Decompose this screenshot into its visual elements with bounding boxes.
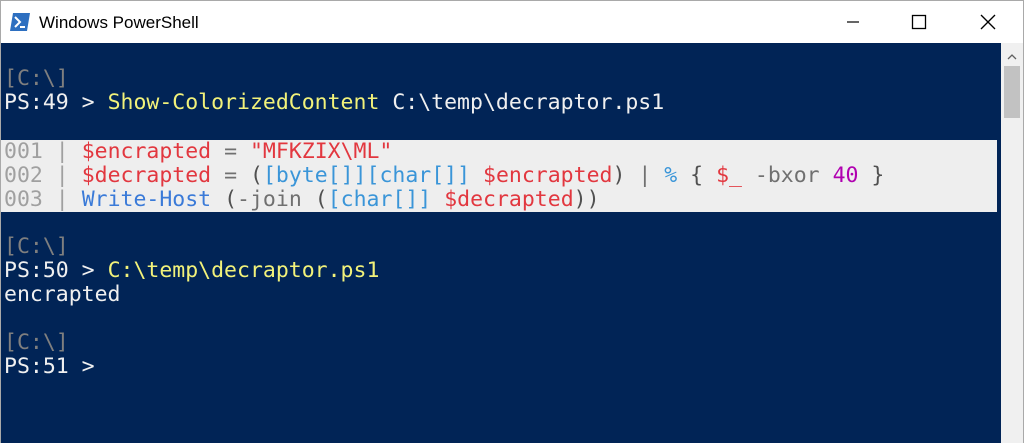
prompt-path: [C:\] xyxy=(4,330,69,355)
scrollbar-thumb[interactable] xyxy=(1004,66,1020,118)
brace: { xyxy=(677,163,717,188)
type-cast: [char[]] xyxy=(366,163,471,188)
variable: $decrapted xyxy=(81,163,212,188)
minimize-button[interactable] xyxy=(830,1,876,43)
variable: $decrapted xyxy=(444,187,574,212)
chevron-up-icon xyxy=(1007,45,1017,64)
vertical-scrollbar[interactable] xyxy=(1001,43,1023,443)
paren: ( xyxy=(224,187,238,212)
foreach-alias: % xyxy=(664,163,678,188)
cmdlet: Write-Host xyxy=(81,187,212,212)
console-area[interactable]: [C:\] PS:49 > Show-ColorizedContent C:\t… xyxy=(1,43,1001,443)
variable: $encrapted xyxy=(483,163,613,188)
powershell-window: Windows PowerShell [C:\] PS:49 > Show-Co… xyxy=(0,0,1024,443)
maximize-button[interactable] xyxy=(896,1,942,43)
type-cast: [char[]] xyxy=(327,187,432,212)
paren: )) xyxy=(573,187,600,212)
number-literal: 40 xyxy=(832,163,859,188)
prompt: PS:51 > xyxy=(4,354,108,379)
command-line: PS:50 > C:\temp\decraptor.ps1 xyxy=(4,259,379,283)
type-cast: [byte[]] xyxy=(262,163,367,188)
minimize-icon xyxy=(846,15,860,29)
pipe: | xyxy=(638,163,652,188)
string-literal: "MFKZIX\ML" xyxy=(249,139,393,164)
variable: $_ xyxy=(716,163,742,188)
operator: -bxor xyxy=(741,163,833,188)
line-separator: | xyxy=(42,163,82,188)
command-argument: C:\temp\decraptor.ps1 xyxy=(379,90,665,115)
powershell-icon xyxy=(10,13,30,31)
close-button[interactable] xyxy=(965,1,1011,43)
prompt-path: [C:\] xyxy=(4,234,69,259)
operator: -join xyxy=(237,187,302,212)
paren: ( xyxy=(314,187,328,212)
prompt: PS:50 > xyxy=(4,258,108,283)
line-separator: | xyxy=(42,187,82,212)
code-line: 003 | Write-Host (-join ([char[]] $decra… xyxy=(4,188,600,212)
brace: } xyxy=(858,163,885,188)
maximize-icon xyxy=(911,14,927,30)
close-icon xyxy=(980,14,996,30)
command-name: Show-ColorizedContent xyxy=(107,90,380,115)
prompt-path: [C:\] xyxy=(4,66,69,91)
scroll-up-button[interactable] xyxy=(1001,43,1023,65)
line-number: 001 xyxy=(4,139,43,164)
line-number: 002 xyxy=(4,163,43,188)
operator: = xyxy=(211,139,250,164)
line-separator: | xyxy=(42,139,82,164)
command-line: PS:49 > Show-ColorizedContent C:\temp\de… xyxy=(4,91,664,115)
operator: = xyxy=(211,163,250,188)
line-number: 003 xyxy=(4,187,43,212)
command-output: encrapted xyxy=(4,282,121,307)
window-title: Windows PowerShell xyxy=(39,13,199,32)
prompt: PS:49 > xyxy=(4,90,108,115)
title-bar[interactable]: Windows PowerShell xyxy=(1,1,1023,43)
variable: $encrapted xyxy=(81,139,212,164)
code-line: 001 | $encrapted = "MFKZIX\ML" xyxy=(4,140,392,164)
paren: ) xyxy=(612,163,639,188)
code-line: 002 | $decrapted = ([byte[]][char[]] $en… xyxy=(4,164,884,188)
command-name: C:\temp\decraptor.ps1 xyxy=(107,258,380,283)
paren: ( xyxy=(249,163,263,188)
